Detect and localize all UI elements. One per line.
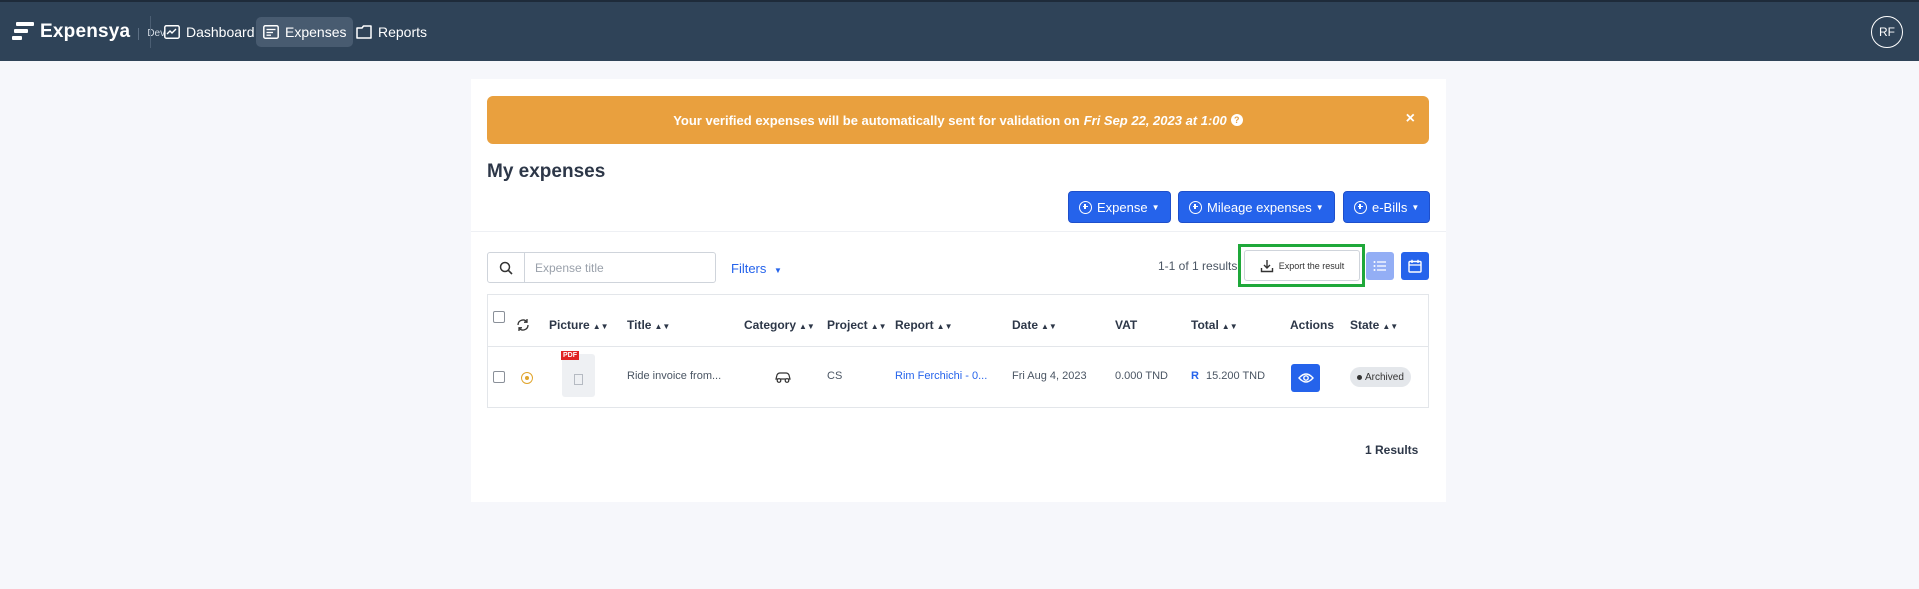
filters-dropdown[interactable]: Filters ▼ xyxy=(731,261,782,276)
add-expense-button[interactable]: Expense ▼ xyxy=(1068,191,1171,223)
column-header-title[interactable]: Title ▲▼ xyxy=(627,318,670,332)
expense-date: Fri Aug 4, 2023 xyxy=(1012,370,1087,382)
nav-item-label: Reports xyxy=(378,24,428,40)
expense-total: R 15.200 TND xyxy=(1191,370,1265,382)
sort-icon: ▲▼ xyxy=(1221,322,1238,331)
caret-down-icon: ▼ xyxy=(1151,202,1160,212)
expense-title-search-input[interactable] xyxy=(525,253,715,282)
caret-down-icon: ▼ xyxy=(774,266,782,275)
pdf-badge: PDF xyxy=(561,351,579,360)
banner-date: Fri Sep 22, 2023 at 1:00 xyxy=(1083,112,1227,128)
calendar-icon xyxy=(1408,259,1422,273)
brand[interactable]: Expensya Dev xyxy=(12,21,165,43)
caret-down-icon: ▼ xyxy=(1315,202,1324,212)
expense-vat: 0.000 TND xyxy=(1115,370,1168,382)
car-icon xyxy=(775,372,791,383)
column-header-actions: Actions xyxy=(1290,318,1335,332)
receipt-thumbnail[interactable]: PDF xyxy=(561,351,595,397)
add-ebills-button[interactable]: e-Bills ▼ xyxy=(1343,191,1431,223)
button-label: e-Bills xyxy=(1372,199,1408,215)
column-header-vat: VAT xyxy=(1115,318,1138,332)
toolbar-divider xyxy=(471,231,1446,232)
column-header-total[interactable]: Total ▲▼ xyxy=(1191,318,1238,332)
eye-icon xyxy=(1297,373,1314,383)
sort-icon: ▲▼ xyxy=(1382,322,1399,331)
expense-report-link[interactable]: Rim Ferchichi - 0... xyxy=(895,370,987,382)
caret-down-icon: ▼ xyxy=(1411,202,1420,212)
nav-item-expenses[interactable]: Expenses xyxy=(256,17,354,47)
sort-icon: ▲▼ xyxy=(1041,322,1057,331)
filters-label: Filters xyxy=(731,261,767,276)
select-all-checkbox[interactable] xyxy=(493,311,505,323)
search-icon[interactable] xyxy=(488,253,525,282)
banner-close-button[interactable]: × xyxy=(1406,110,1415,128)
expensya-logo-icon xyxy=(12,22,34,42)
expenses-panel: Your verified expenses will be automatic… xyxy=(471,79,1446,502)
list-view-button[interactable] xyxy=(1366,252,1394,280)
plus-circle-icon xyxy=(1354,200,1367,214)
calendar-view-button[interactable] xyxy=(1401,252,1429,280)
plus-circle-icon xyxy=(1189,200,1202,214)
plus-circle-icon xyxy=(1079,200,1092,214)
brand-name: Expensya xyxy=(40,21,131,42)
column-header-project[interactable]: Project ▲▼ xyxy=(827,318,887,332)
export-highlight-box xyxy=(1238,244,1365,287)
expenses-icon xyxy=(263,25,279,39)
sort-icon: ▲▼ xyxy=(592,322,609,331)
nav-item-reports[interactable]: Reports xyxy=(349,17,434,47)
expense-title[interactable]: Ride invoice from... xyxy=(627,370,721,382)
search-box xyxy=(487,252,716,283)
column-header-date[interactable]: Date ▲▼ xyxy=(1012,318,1057,332)
user-avatar[interactable]: RF xyxy=(1871,16,1903,48)
refresh-icon[interactable] xyxy=(516,318,530,332)
expense-project: CS xyxy=(827,370,843,382)
nav-item-label: Expenses xyxy=(285,24,347,40)
column-header-state[interactable]: State ▲▼ xyxy=(1350,318,1398,332)
button-label: Expense xyxy=(1097,199,1148,215)
sort-icon: ▲▼ xyxy=(870,322,887,331)
document-icon xyxy=(574,374,583,385)
column-header-picture[interactable]: Picture ▲▼ xyxy=(549,318,609,332)
validation-banner: Your verified expenses will be automatic… xyxy=(487,96,1429,144)
sort-icon: ▲▼ xyxy=(654,322,671,331)
table-header: Picture ▲▼ Title ▲▼ Category ▲▼ Project ▲▼ R… xyxy=(488,295,1428,347)
list-icon xyxy=(1373,261,1386,271)
page-title: My expenses xyxy=(487,161,606,182)
status-badge: Archived xyxy=(1350,367,1411,387)
sort-icon: ▲▼ xyxy=(936,322,953,331)
reimbursable-mark: R xyxy=(1191,370,1199,382)
column-header-report[interactable]: Report ▲▼ xyxy=(895,318,953,332)
dashboard-icon xyxy=(164,25,180,39)
payment-status-icon xyxy=(521,372,533,384)
nav-item-label: Dashboard xyxy=(186,24,255,40)
view-expense-button[interactable] xyxy=(1291,364,1320,392)
top-navbar: Expensya Dev Dashboard Expenses Reports … xyxy=(0,0,1919,61)
column-header-category[interactable]: Category ▲▼ xyxy=(744,318,815,332)
banner-text: Your verified expenses will be automatic… xyxy=(673,112,1080,128)
reports-icon xyxy=(356,25,372,39)
results-total: 1 Results xyxy=(1365,443,1419,457)
total-amount: 15.200 TND xyxy=(1205,370,1266,382)
help-icon[interactable]: ? xyxy=(1230,114,1243,126)
nav-divider xyxy=(150,16,151,48)
button-label: Mileage expenses xyxy=(1207,199,1312,215)
sort-icon: ▲▼ xyxy=(799,322,815,331)
row-checkbox[interactable] xyxy=(493,371,505,383)
result-count: 1-1 of 1 results xyxy=(1158,259,1238,273)
expenses-table: Picture ▲▼ Title ▲▼ Category ▲▼ Project ▲▼ R… xyxy=(487,294,1429,408)
nav-item-dashboard[interactable]: Dashboard xyxy=(157,17,262,47)
add-mileage-expense-button[interactable]: Mileage expenses ▼ xyxy=(1178,191,1335,223)
